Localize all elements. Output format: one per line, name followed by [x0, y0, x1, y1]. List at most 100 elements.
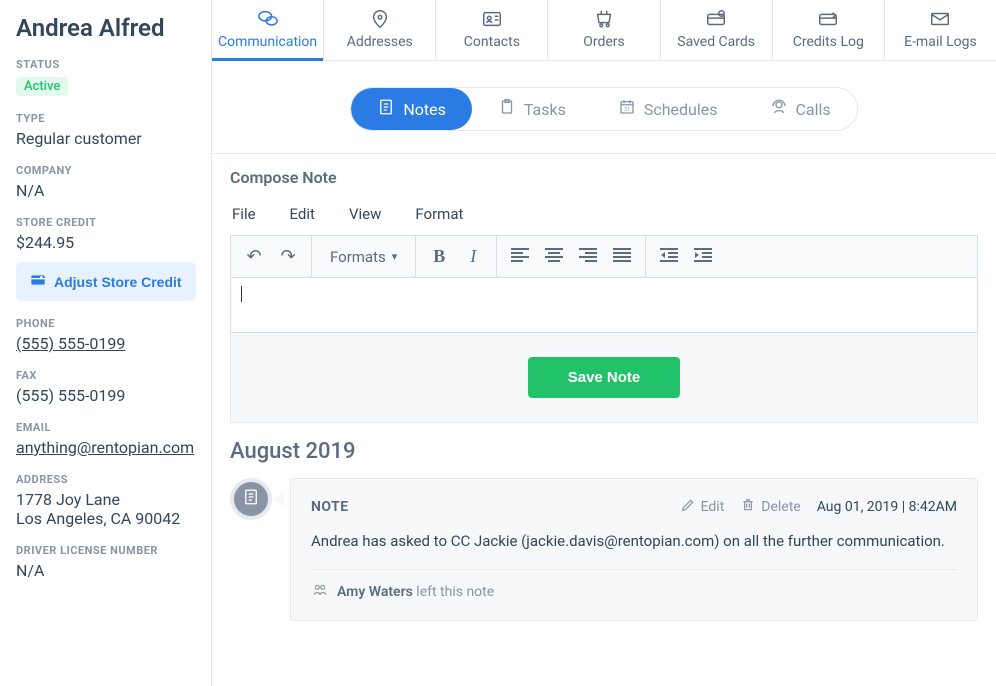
- compose-title: Compose Note: [230, 168, 978, 187]
- menu-format[interactable]: Format: [415, 205, 463, 223]
- sub-tabs-container: Notes Tasks 31 Schedules Calls: [212, 61, 996, 154]
- menu-file[interactable]: File: [232, 205, 256, 223]
- address-line1: 1778 Joy Lane: [16, 490, 211, 509]
- note-card-header: NOTE Edit Delete: [311, 497, 957, 517]
- tab-communication-label: Communication: [218, 34, 317, 50]
- note-author-suffix: left this note: [413, 584, 494, 600]
- store-credit-value: $244.95: [16, 233, 211, 252]
- italic-button[interactable]: I: [456, 240, 490, 274]
- subtab-tasks[interactable]: Tasks: [472, 88, 592, 130]
- note-item: NOTE Edit Delete: [230, 478, 978, 621]
- note-timestamp: Aug 01, 2019 | 8:42AM: [817, 499, 957, 515]
- main-panel: Communication Addresses Contacts Orders …: [212, 0, 996, 686]
- note-footer: Amy Waters left this note: [311, 569, 957, 602]
- card-icon: [703, 8, 729, 30]
- tab-orders-label: Orders: [583, 34, 625, 50]
- menu-view[interactable]: View: [349, 205, 381, 223]
- email-value[interactable]: anything@rentopian.com: [16, 438, 194, 457]
- note-edit-button[interactable]: Edit: [680, 497, 725, 517]
- top-tabs: Communication Addresses Contacts Orders …: [212, 0, 996, 61]
- tab-credits-log-label: Credits Log: [793, 34, 864, 50]
- align-left-icon: [511, 246, 529, 267]
- notes-icon: [377, 98, 395, 120]
- note-delete-button[interactable]: Delete: [740, 497, 800, 517]
- chat-icon: [256, 8, 280, 30]
- note-editor[interactable]: [230, 277, 978, 333]
- credit-card-icon: [30, 272, 46, 291]
- save-note-button[interactable]: Save Note: [528, 357, 681, 398]
- subtab-calls[interactable]: Calls: [744, 88, 857, 130]
- company-value: N/A: [16, 181, 211, 200]
- adjust-credit-label: Adjust Store Credit: [54, 274, 182, 290]
- customer-name: Andrea Alfred: [16, 14, 211, 42]
- tab-addresses[interactable]: Addresses: [324, 0, 436, 60]
- align-center-button[interactable]: [537, 240, 571, 274]
- address-label: ADDRESS: [16, 473, 211, 486]
- text-cursor: [241, 286, 242, 302]
- tab-credits-log[interactable]: Credits Log: [773, 0, 885, 60]
- note-author-name: Amy Waters: [337, 584, 413, 600]
- pin-icon: [369, 8, 391, 30]
- indent-icon: [694, 246, 712, 267]
- tab-orders[interactable]: Orders: [548, 0, 660, 60]
- trash-icon: [740, 497, 756, 517]
- note-author: Amy Waters left this note: [337, 584, 494, 600]
- credits-log-icon: [815, 8, 841, 30]
- store-credit-label: STORE CREDIT: [16, 216, 211, 229]
- status-badge: Active: [16, 77, 68, 96]
- note-delete-label: Delete: [761, 499, 800, 515]
- phone-value[interactable]: (555) 555-0199: [16, 334, 125, 353]
- pencil-icon: [680, 497, 696, 517]
- undo-button[interactable]: ↶: [237, 240, 271, 274]
- customer-sidebar: Andrea Alfred STATUS Active TYPE Regular…: [0, 0, 212, 686]
- tab-addresses-label: Addresses: [347, 34, 413, 50]
- subtab-schedules[interactable]: 31 Schedules: [592, 88, 744, 130]
- svg-text:31: 31: [624, 107, 630, 113]
- address-line2: Los Angeles, CA 90042: [16, 509, 211, 528]
- redo-icon: ↷: [280, 246, 295, 267]
- tab-contacts-label: Contacts: [464, 34, 520, 50]
- headset-icon: [770, 98, 788, 120]
- dl-label: DRIVER LICENSE NUMBER: [16, 544, 211, 557]
- subtab-notes[interactable]: Notes: [351, 88, 472, 130]
- editor-menubar: File Edit View Format: [230, 199, 978, 235]
- editor-toolbar: ↶ ↷ Formats ▾ B I: [230, 235, 978, 277]
- menu-edit[interactable]: Edit: [290, 205, 315, 223]
- tab-saved-cards-label: Saved Cards: [677, 34, 755, 50]
- chevron-down-icon: ▾: [392, 250, 398, 263]
- tab-email-logs-label: E-mail Logs: [904, 34, 977, 50]
- calendar-icon: 31: [618, 98, 636, 120]
- adjust-store-credit-button[interactable]: Adjust Store Credit: [16, 262, 196, 301]
- align-justify-button[interactable]: [605, 240, 639, 274]
- id-card-icon: [480, 8, 504, 30]
- phone-label: PHONE: [16, 317, 211, 330]
- note-type-label: NOTE: [311, 499, 349, 515]
- note-actions: Edit Delete Aug 01, 2019 | 8:42AM: [680, 497, 957, 517]
- outdent-button[interactable]: [652, 240, 686, 274]
- cart-icon: [592, 8, 616, 30]
- compose-section: Compose Note File Edit View Format ↶ ↷ F…: [212, 154, 996, 423]
- note-card: NOTE Edit Delete: [290, 478, 978, 621]
- outdent-icon: [660, 246, 678, 267]
- tab-communication[interactable]: Communication: [212, 0, 324, 60]
- tab-saved-cards[interactable]: Saved Cards: [661, 0, 773, 60]
- formats-label: Formats: [330, 248, 386, 266]
- note-body: Andrea has asked to CC Jackie (jackie.da…: [311, 531, 957, 553]
- formats-dropdown[interactable]: Formats ▾: [318, 236, 409, 277]
- email-label: EMAIL: [16, 421, 211, 434]
- align-left-button[interactable]: [503, 240, 537, 274]
- bold-button[interactable]: B: [422, 240, 456, 274]
- subtab-tasks-label: Tasks: [524, 100, 566, 119]
- subtab-notes-label: Notes: [403, 100, 446, 119]
- notes-list-section: August 2019 NOTE Edit: [212, 423, 996, 621]
- tab-email-logs[interactable]: E-mail Logs: [885, 0, 996, 60]
- tab-contacts[interactable]: Contacts: [436, 0, 548, 60]
- align-center-icon: [545, 246, 563, 267]
- note-edit-label: Edit: [701, 499, 725, 515]
- indent-button[interactable]: [686, 240, 720, 274]
- subtab-schedules-label: Schedules: [644, 100, 718, 119]
- notes-month-heading: August 2019: [230, 439, 978, 464]
- align-right-button[interactable]: [571, 240, 605, 274]
- clipboard-icon: [498, 98, 516, 120]
- redo-button[interactable]: ↷: [271, 240, 305, 274]
